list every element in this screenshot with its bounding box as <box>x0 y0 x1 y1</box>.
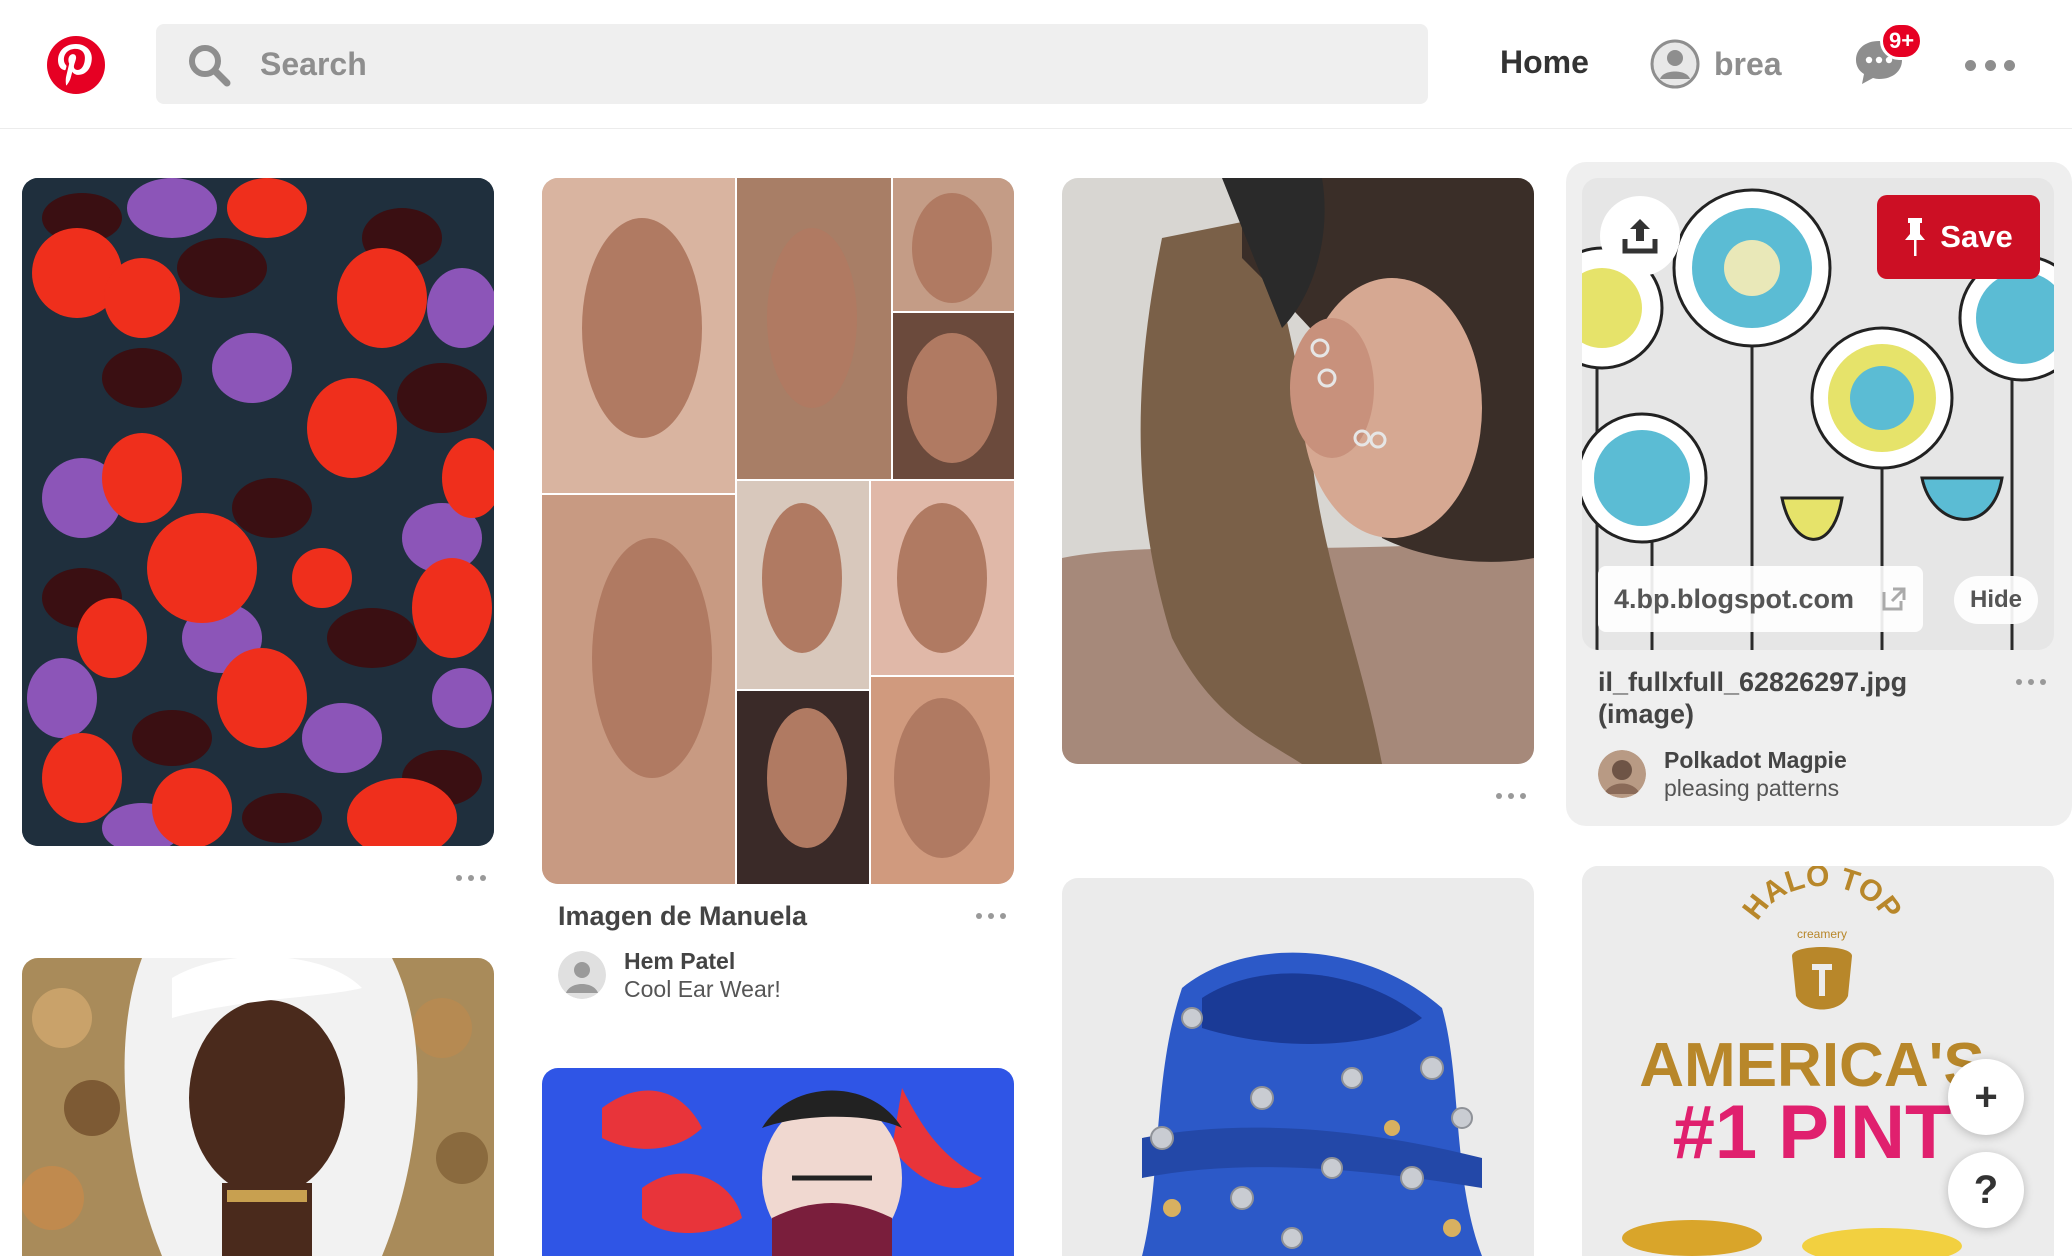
pin-image-portrait-white-hair[interactable] <box>22 958 494 1256</box>
top-nav-bar: Home brea 9+ <box>0 0 2072 129</box>
illustration-artwork <box>542 1068 1014 1256</box>
pin-image-ear-collage[interactable] <box>542 178 1014 884</box>
earrings-photo <box>1062 178 1534 764</box>
search-bar[interactable] <box>156 24 1428 104</box>
notification-badge: 9+ <box>1880 22 1924 60</box>
pushpin-icon <box>1905 218 1926 256</box>
save-button-label: Save <box>1940 219 2013 254</box>
hide-button[interactable]: Hide <box>1954 576 2038 624</box>
pin-user-name: Polkadot Magpie <box>1664 747 1847 773</box>
save-button[interactable]: Save <box>1877 195 2040 279</box>
dot <box>2004 59 2015 71</box>
pin-board-name: Cool Ear Wear! <box>624 976 781 1002</box>
halo-headline-2: #1 PINT <box>1673 1090 1952 1175</box>
user-avatar <box>1598 750 1646 798</box>
pin-user-name: Hem Patel <box>624 948 736 974</box>
vase-photo <box>1062 878 1534 1256</box>
external-link-icon <box>1882 587 1906 611</box>
dot <box>1965 59 1976 71</box>
pinterest-logo-icon[interactable] <box>47 36 105 94</box>
pin-attribution[interactable]: Polkadot Magpie pleasing patterns <box>1598 746 1847 802</box>
pin-image-illustration[interactable] <box>542 1068 1014 1256</box>
source-domain: 4.bp.blogspot.com <box>1614 583 1854 614</box>
pin-image-blue-vase[interactable] <box>1062 878 1534 1256</box>
pin-title[interactable]: il_fullxfull_62826297.jpg (image) <box>1598 666 1907 730</box>
search-input[interactable] <box>260 24 1360 104</box>
pin-more-options-icon[interactable] <box>976 909 1006 923</box>
help-button[interactable]: ? <box>1948 1152 2024 1228</box>
user-avatar-icon <box>558 951 606 999</box>
source-link-chip[interactable]: 4.bp.blogspot.com <box>1598 566 1923 632</box>
pin-more-options-icon[interactable] <box>1496 789 1526 803</box>
pin-attribution[interactable]: Hem Patel Cool Ear Wear! <box>558 947 781 1003</box>
profile-link[interactable]: brea <box>1650 38 1782 90</box>
pin-title[interactable]: Imagen de Manuela <box>558 900 807 932</box>
more-options-icon[interactable] <box>1965 50 2015 80</box>
pattern-artwork <box>22 178 494 846</box>
profile-name: brea <box>1714 45 1782 82</box>
search-icon <box>189 45 231 87</box>
home-link[interactable]: Home <box>1500 44 1589 81</box>
share-button[interactable] <box>1600 196 1680 276</box>
pin-image-leopard-pattern[interactable] <box>22 178 494 846</box>
halo-sub-text: creamery <box>1797 927 1847 941</box>
pin-title-line: il_fullxfull_62826297.jpg <box>1598 667 1908 697</box>
portrait-artwork <box>22 958 494 1256</box>
pin-title-line: (image) <box>1598 699 1695 729</box>
upload-share-icon <box>1622 219 1658 254</box>
dot <box>1984 59 1996 71</box>
add-pin-button[interactable]: + <box>1948 1059 2024 1135</box>
pin-more-options-icon[interactable] <box>2016 675 2046 689</box>
user-avatar-icon <box>1650 39 1700 89</box>
ear-collage-artwork <box>542 178 1014 884</box>
pin-board-name: pleasing patterns <box>1664 775 1840 801</box>
pin-more-options-icon[interactable] <box>456 871 486 885</box>
pin-image-earrings-side-profile[interactable] <box>1062 178 1534 764</box>
